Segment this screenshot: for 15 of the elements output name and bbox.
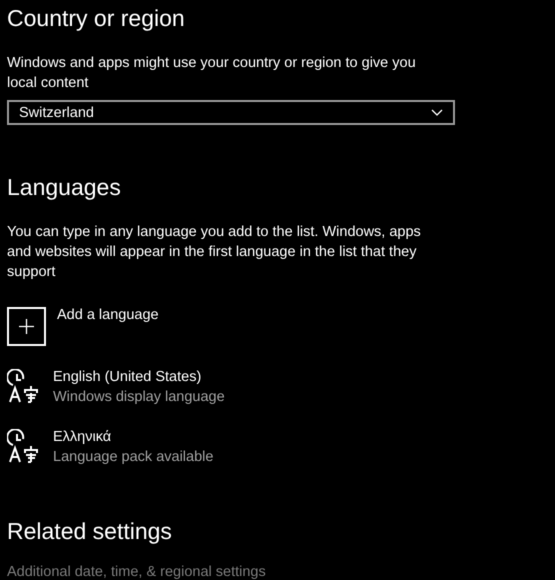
language-name[interactable]: English (United States) — [53, 367, 225, 387]
language-status: Language pack available — [53, 448, 214, 467]
description-text: You can type in any language you add to the list. Windows, apps and websites will appear in the first language in the list that they support — [7, 223, 422, 282]
language-icon — [7, 429, 41, 463]
section-heading: Related settings — [7, 517, 173, 546]
add-language-button[interactable]: Add a language — [7, 307, 159, 346]
language-icon — [7, 369, 41, 403]
section-heading: Languages — [7, 173, 122, 202]
plus-icon — [7, 307, 46, 346]
description-text: Windows and apps might use your country or region to give you local content — [7, 54, 417, 93]
section-heading: Country or region — [7, 4, 186, 33]
language-status: Windows display language — [53, 388, 225, 407]
language-name[interactable]: Ελληνικά — [53, 427, 214, 447]
country-dropdown[interactable]: Switzerland — [7, 100, 455, 125]
chevron-icon — [431, 109, 443, 116]
